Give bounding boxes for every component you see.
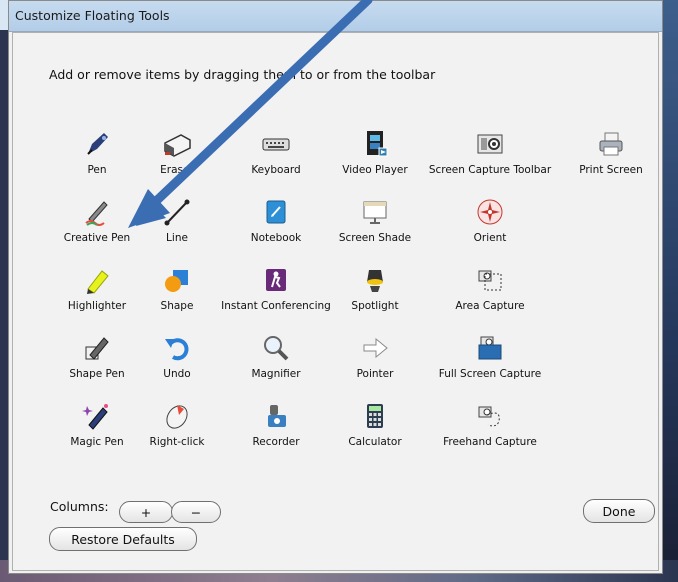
calculator-icon [359,400,391,432]
tool-label: Spotlight [351,300,399,312]
tool-label: Eraser [160,164,194,176]
plus-icon: + [140,504,152,520]
tool-label: Full Screen Capture [438,368,542,380]
highlighter-icon [81,264,113,296]
tool-screen-capture-toolbar[interactable]: Screen Capture Toolbar [425,128,555,186]
keyboard-icon [260,128,292,160]
tool-label: Keyboard [251,164,301,176]
window-title: Customize Floating Tools [9,1,662,32]
tool-calculator[interactable]: Calculator [313,400,437,458]
pen-icon [81,128,113,160]
spotlight-icon [359,264,391,296]
tool-label: Notebook [250,232,302,244]
tool-label: Screen Capture Toolbar [428,164,552,176]
customize-floating-tools-dialog: Customize Floating Tools Add or remove i… [8,0,663,574]
full-screen-capture-icon [474,332,506,364]
tool-label: Print Screen [579,164,643,176]
restore-defaults-button[interactable]: Restore Defaults [49,527,197,551]
tool-label: Calculator [348,436,402,448]
done-button[interactable]: Done [583,499,655,523]
screen-shade-icon [359,196,391,228]
tool-label: Magnifier [251,368,301,380]
columns-add-button[interactable]: + [119,501,173,523]
tool-label: Pen [87,164,107,176]
conferencing-icon [260,264,292,296]
instructions-text: Add or remove items by dragging them to … [49,67,436,82]
undo-icon [161,332,193,364]
creative-pen-icon [81,196,113,228]
tool-orient[interactable]: Orient [425,196,555,254]
orient-icon [474,196,506,228]
magic-pen-icon [81,400,113,432]
recorder-icon [260,400,292,432]
video-player-icon [359,128,391,160]
tool-area-capture[interactable]: Area Capture [425,264,555,322]
tool-label: Undo [163,368,191,380]
camera-icon [474,128,506,160]
columns-remove-button[interactable]: − [171,501,221,523]
tool-full-screen-capture[interactable]: Full Screen Capture [425,332,555,390]
shape-icon [161,264,193,296]
tool-label: Shape [160,300,194,312]
tool-label: Right-click [149,436,205,448]
printer-icon [595,128,627,160]
tool-label: Area Capture [455,300,525,312]
line-icon [161,196,193,228]
tool-freehand-capture[interactable]: Freehand Capture [425,400,555,458]
minus-icon: − [190,504,202,520]
dialog-client-area: Add or remove items by dragging them to … [12,32,659,571]
mouse-icon [161,400,193,432]
tool-label: Freehand Capture [443,436,537,448]
tool-spotlight[interactable]: Spotlight [313,264,437,322]
pointer-icon [359,332,391,364]
columns-label: Columns: [50,499,109,514]
eraser-icon [161,128,193,160]
tool-video-player[interactable]: Video Player [313,128,437,186]
tool-print-screen[interactable]: Print Screen [549,128,673,186]
tool-label: Orient [473,232,507,244]
tool-label: Recorder [252,436,300,448]
tool-label: Line [166,232,188,244]
tool-label: Screen Shade [338,232,412,244]
tool-screen-shade[interactable]: Screen Shade [313,196,437,254]
tool-label: Video Player [342,164,408,176]
area-capture-icon [474,264,506,296]
magnifier-icon [260,332,292,364]
tool-label: Pointer [356,368,394,380]
freehand-capture-icon [474,400,506,432]
shape-pen-icon [81,332,113,364]
notebook-icon [260,196,292,228]
tool-pointer[interactable]: Pointer [313,332,437,390]
